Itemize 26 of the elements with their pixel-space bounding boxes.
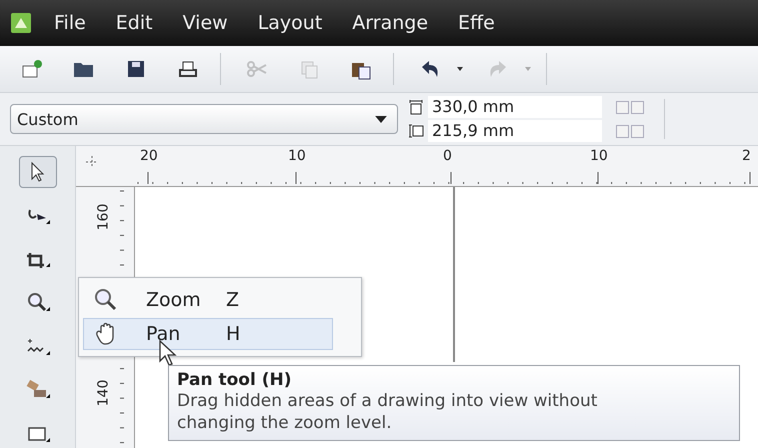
menu-item[interactable]: View: [182, 12, 228, 34]
page-size-dropdown[interactable]: Custom: [10, 104, 398, 134]
tooltip-title: Pan tool (H): [177, 370, 292, 390]
ruler-label: 10: [288, 148, 306, 164]
page-height-icon: [408, 123, 424, 139]
tooltip-text: Drag hidden areas of a drawing into view without changing the zoom level.: [177, 390, 598, 434]
menu-item[interactable]: File: [54, 12, 86, 34]
flyout-menu-item[interactable]: Zoom Z: [83, 284, 357, 316]
menu-item[interactable]: Effe: [458, 12, 495, 34]
ruler-label: 10: [590, 148, 608, 164]
flyout-menu-item[interactable]: Pan H: [83, 318, 333, 350]
ruler-label: 160: [95, 204, 112, 230]
menu-item[interactable]: Edit: [116, 12, 153, 34]
page-width-icon: [408, 99, 424, 115]
ruler-label: 0: [443, 148, 452, 164]
pick-tool-icon[interactable]: [18, 156, 56, 188]
app-logo-icon: [10, 12, 32, 34]
page-height-field[interactable]: 215,9 mm: [428, 120, 602, 142]
ruler-label: 2: [742, 148, 751, 164]
dropdown-arrow-icon[interactable]: [456, 65, 464, 73]
menu-item[interactable]: Layout: [258, 12, 322, 34]
dropdown-arrow-icon: [375, 116, 387, 122]
menu-item[interactable]: Arrange: [352, 12, 428, 34]
ruler-label: 140: [95, 380, 112, 406]
page-width-field[interactable]: 330,0 mm: [428, 96, 602, 118]
ruler-label: 20: [140, 148, 158, 164]
